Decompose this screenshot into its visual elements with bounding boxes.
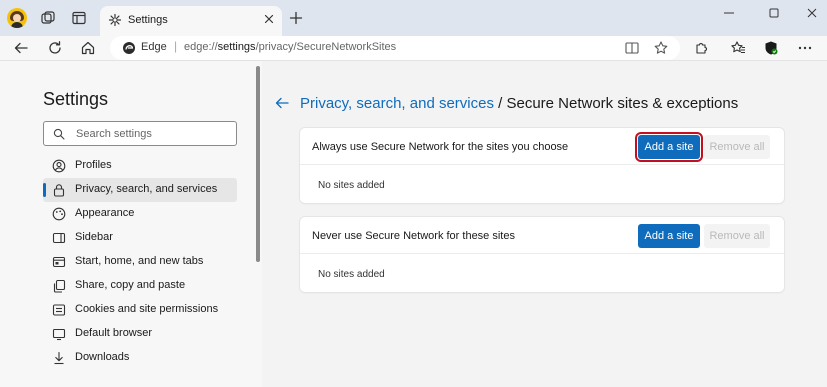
toolbar: Edge | edge://settings/privacy/SecureNet…: [0, 36, 827, 60]
site-name: Edge: [141, 41, 167, 53]
back-icon[interactable]: [13, 40, 29, 56]
sidebar-item-default-browser[interactable]: Default browser: [43, 322, 237, 346]
sidebar-item-label: Sidebar: [75, 231, 113, 243]
sidebar-item-start-home[interactable]: Start, home, and new tabs: [43, 250, 237, 274]
remove-all-button[interactable]: Remove all: [704, 135, 770, 159]
sidebar-item-label: Downloads: [75, 351, 130, 363]
appearance-icon: [52, 207, 66, 221]
extensions-icon[interactable]: [693, 40, 709, 56]
sidebar-item-profiles[interactable]: Profiles: [43, 154, 237, 178]
favorite-star-icon[interactable]: [653, 40, 669, 56]
tab-actions-icon[interactable]: [71, 10, 87, 26]
search-input[interactable]: [76, 125, 231, 142]
section-header: Always use Secure Network for the sites …: [300, 128, 784, 165]
search-icon: [53, 128, 65, 140]
profile-avatar[interactable]: [7, 8, 27, 28]
home-icon[interactable]: [80, 40, 96, 56]
sidebar-item-label: Appearance: [75, 207, 135, 219]
section-label: Never use Secure Network for these sites: [312, 230, 515, 242]
sidebar-item-label: Cookies and site permissions: [75, 303, 219, 315]
title-bar: Settings: [0, 0, 827, 36]
minimize-icon[interactable]: [722, 6, 736, 20]
workspaces-icon[interactable]: [40, 10, 56, 26]
gear-icon: [108, 13, 122, 27]
edge-logo-icon: [123, 42, 135, 54]
section-label: Always use Secure Network for the sites …: [312, 141, 569, 153]
maximize-icon[interactable]: [767, 6, 781, 20]
favorites-icon[interactable]: [730, 40, 746, 56]
address-separator: |: [174, 39, 178, 53]
empty-list-text: No sites added: [318, 180, 385, 191]
address-bar[interactable]: Edge | edge://settings/privacy/SecureNet…: [110, 36, 680, 60]
sidebar-item-sidebar[interactable]: Sidebar: [43, 226, 237, 250]
sidebar-icon: [52, 232, 66, 244]
browser-essentials-icon[interactable]: [763, 40, 779, 56]
profile-icon: [52, 159, 66, 173]
never-use-section: Never use Secure Network for these sites…: [300, 217, 784, 292]
sidebar-item-label: Default browser: [75, 327, 153, 339]
tab-title: Settings: [128, 14, 168, 26]
sidebar-item-appearance[interactable]: Appearance: [43, 202, 237, 226]
add-site-button[interactable]: Add a site: [635, 132, 703, 162]
sidebar-item-cookies[interactable]: Cookies and site permissions: [43, 298, 237, 322]
more-options-icon[interactable]: [797, 40, 813, 56]
close-window-icon[interactable]: [805, 6, 819, 20]
add-site-button[interactable]: Add a site: [638, 224, 700, 248]
share-icon: [53, 279, 66, 293]
remove-all-button[interactable]: Remove all: [704, 224, 770, 248]
tab-settings[interactable]: Settings: [100, 6, 282, 36]
sidebar-item-label: Privacy, search, and services: [75, 183, 218, 195]
sidebar-scrollbar[interactable]: [256, 66, 260, 262]
sidebar-item-share[interactable]: Share, copy and paste: [43, 274, 237, 298]
back-arrow-icon[interactable]: [274, 95, 290, 111]
refresh-icon[interactable]: [47, 40, 63, 56]
lock-icon: [53, 184, 65, 197]
empty-list-text: No sites added: [318, 269, 385, 280]
active-indicator: [43, 183, 46, 197]
page-title: Privacy, search, and services / Secure N…: [300, 95, 738, 112]
default-browser-icon: [52, 328, 66, 341]
sidebar-title: Settings: [43, 89, 109, 109]
home-tabs-icon: [52, 256, 66, 268]
breadcrumb-current: / Secure Network sites & exceptions: [493, 95, 739, 112]
reading-view-icon[interactable]: [624, 40, 640, 56]
download-icon: [54, 351, 64, 365]
sidebar-item-privacy[interactable]: Privacy, search, and services: [43, 178, 237, 202]
settings-sidebar: Settings Profiles Privacy, search, and s…: [0, 61, 262, 387]
new-tab-icon[interactable]: [289, 11, 303, 25]
main-content: Privacy, search, and services / Secure N…: [262, 61, 827, 387]
sidebar-item-label: Start, home, and new tabs: [75, 255, 204, 267]
close-tab-icon[interactable]: [263, 13, 275, 25]
search-settings-box[interactable]: [43, 121, 237, 146]
sidebar-item-label: Profiles: [75, 159, 112, 171]
always-use-section: Always use Secure Network for the sites …: [300, 128, 784, 203]
breadcrumb-link[interactable]: Privacy, search, and services: [300, 95, 494, 112]
cookies-icon: [52, 304, 66, 316]
sidebar-item-downloads[interactable]: Downloads: [43, 346, 237, 370]
url-text: edge://settings/privacy/SecureNetworkSit…: [184, 41, 397, 53]
section-header: Never use Secure Network for these sites…: [300, 217, 784, 254]
sidebar-item-label: Share, copy and paste: [75, 279, 186, 291]
